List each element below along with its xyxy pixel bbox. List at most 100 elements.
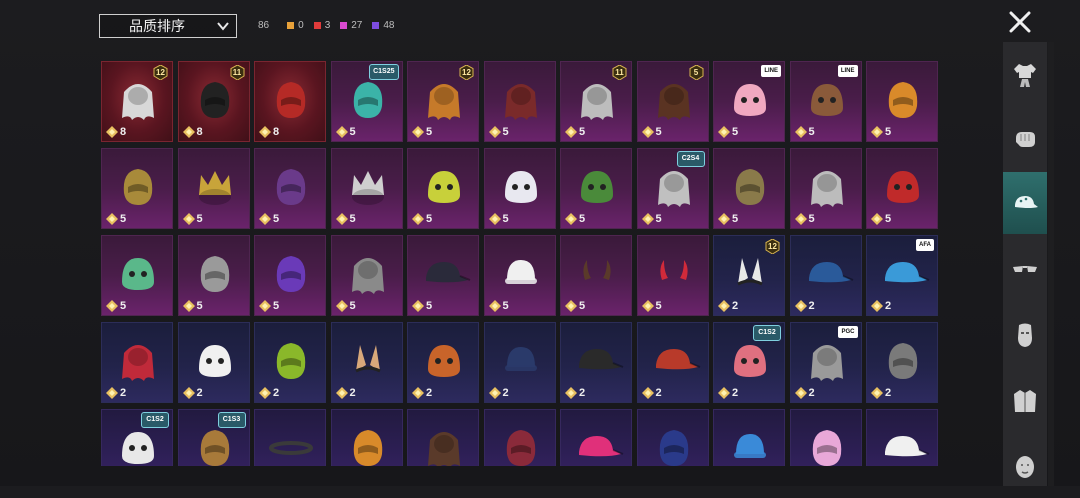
item-card[interactable]: 8 [254,61,326,142]
item-card[interactable]: 5 [483,61,556,142]
item-card[interactable]: 5 [866,148,938,229]
item-card[interactable]: 2 [636,322,709,403]
diamond-icon [718,300,730,312]
category-caps[interactable] [1003,172,1047,234]
item-card[interactable]: 5 11 [560,61,632,142]
item-card[interactable]: 5 [636,235,709,316]
diamond-icon [565,300,577,312]
close-icon[interactable] [1004,6,1036,38]
count-gold: 0 [287,20,304,31]
item-card[interactable]: 8 12 [101,61,173,142]
item-card[interactable]: 5 [101,235,173,316]
item-card[interactable] [330,409,403,466]
item-card[interactable] [636,409,709,466]
item-card[interactable]: 2 [254,322,326,403]
item-card[interactable]: 2 [177,322,250,403]
item-points-value: 5 [426,126,433,138]
item-card[interactable]: 5 C2S4 [636,148,709,229]
item-card[interactable]: 5 LINE [789,61,862,142]
item-card[interactable]: 8 11 [177,61,250,142]
category-faces[interactable] [1003,436,1047,498]
bronze-helmet-icon [735,169,765,205]
item-points-value: 5 [579,213,586,225]
item-card[interactable]: 5 [330,235,403,316]
item-card[interactable] [866,409,938,466]
item-card[interactable]: 2 [330,322,403,403]
item-card[interactable]: 2 12 [713,235,785,316]
item-card[interactable] [713,409,785,466]
item-card[interactable]: 5 [713,148,785,229]
item-card[interactable]: 5 [407,148,479,229]
item-card[interactable] [789,409,862,466]
item-points: 5 [488,213,509,225]
item-card[interactable]: 5 [101,148,173,229]
category-outfit[interactable] [1003,44,1047,106]
count-violet-value: 48 [383,20,395,31]
item-card[interactable]: 5 [254,148,326,229]
orange-head-icon [888,82,918,118]
item-card[interactable]: 2 [101,322,173,403]
item-points: 2 [259,387,279,399]
item-card[interactable]: C1S2 [101,409,173,466]
item-points-value: 5 [426,213,433,225]
item-card[interactable]: C1S3 [177,409,250,466]
item-card[interactable]: 5 [177,235,250,316]
item-card[interactable]: 5 [789,148,862,229]
category-glasses[interactable] [1003,238,1047,300]
item-points: 5 [106,213,126,225]
item-grid: 8 12 8 11 8 5 C1S25 5 12 5 5 11 5 5 5 LI… [101,61,938,466]
item-card[interactable]: 5 [483,148,556,229]
item-card[interactable]: 5 [330,148,403,229]
item-points-value: 8 [196,126,203,138]
diamond-icon [335,387,348,399]
white-beanie-icon [504,260,537,284]
category-jackets[interactable] [1003,370,1047,432]
diamond-icon [871,300,883,312]
item-points-value: 2 [885,300,892,312]
item-card[interactable]: 2 [866,322,938,403]
item-card[interactable]: 2 [560,322,632,403]
navy-beanie-icon [504,347,537,371]
item-points-value: 5 [885,126,892,138]
item-card[interactable]: 5 [866,61,938,142]
item-card[interactable]: 5 [254,235,326,316]
item-card[interactable]: 2 [407,322,479,403]
item-points: 2 [182,387,203,399]
item-points-value: 5 [579,300,586,312]
blue-beanie-icon [734,434,766,458]
item-card[interactable]: 2 AFA [866,235,938,316]
item-points: 5 [871,213,891,225]
category-gloves[interactable] [1003,108,1047,170]
level-badge: 11 [612,64,627,81]
item-card[interactable]: 5 [560,235,632,316]
diamond-icon [794,126,807,138]
diamond-icon [488,213,501,225]
item-card[interactable]: 2 [483,322,556,403]
item-card[interactable] [407,409,479,466]
item-card[interactable]: 5 C1S25 [330,61,403,142]
item-points: 2 [794,387,815,399]
item-card[interactable]: 2 [789,235,862,316]
jacket-icon [1014,390,1036,412]
diamond-icon [335,126,348,138]
item-card[interactable]: 5 5 [636,61,709,142]
item-card[interactable] [483,409,556,466]
sort-dropdown[interactable]: 品质排序 [99,14,237,38]
item-card[interactable]: 5 [483,235,556,316]
item-card[interactable]: 2 PGC [789,322,862,403]
item-card[interactable] [560,409,632,466]
item-card[interactable]: 5 [407,235,479,316]
grey-hair-icon [810,345,843,381]
item-points-value: 5 [655,213,662,225]
item-points: 5 [106,300,126,312]
item-points: 2 [794,300,815,312]
item-card[interactable]: 2 C1S2 [713,322,785,403]
item-card[interactable]: 5 LINE [713,61,785,142]
item-card[interactable]: 5 [560,148,632,229]
scroll-rail[interactable] [1048,42,1054,486]
item-card[interactable] [254,409,326,466]
item-card[interactable]: 5 12 [407,61,479,142]
glasses-icon [1013,266,1037,272]
category-masks[interactable] [1003,304,1047,366]
item-card[interactable]: 5 [177,148,250,229]
